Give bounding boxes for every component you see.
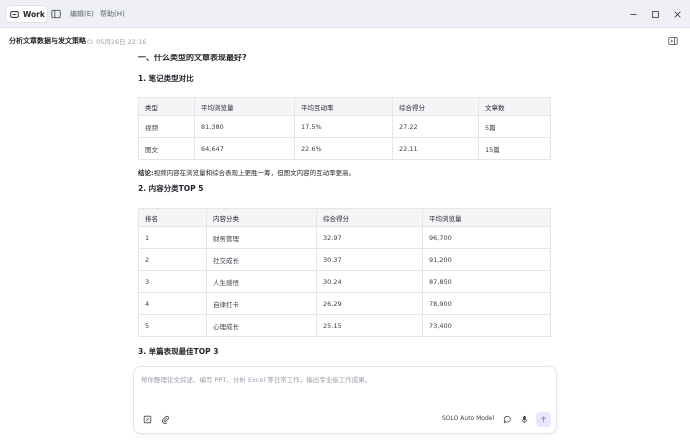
work-mode-icon [10, 10, 19, 18]
table-header-row: 排名 内容分类 综合得分 平均浏览量 [138, 208, 551, 227]
table-cell: 27.22 [392, 115, 479, 138]
arrow-up-icon [540, 416, 547, 423]
table-header-row: 类型 平均浏览量 平均互动率 综合得分 文章数 [138, 97, 551, 116]
table-cell: 30.37 [316, 248, 423, 271]
section-heading-partial: 一、什么类型的文章表现最好? [138, 54, 247, 62]
table-cell: 96,700 [422, 226, 551, 249]
table-cell: 30.24 [316, 270, 423, 293]
microphone-icon [521, 415, 527, 423]
table-cell: 1 [138, 226, 207, 249]
table-cell: 87,850 [422, 270, 551, 293]
table-row: 1 财务管理 32.97 96,700 [138, 226, 551, 249]
document-title: 分析文章数据与发文策略 [9, 37, 86, 45]
table-cell: 91,200 [422, 248, 551, 271]
column-header: 平均浏览量 [194, 97, 295, 116]
menu-help[interactable]: 帮助(H) [100, 9, 125, 19]
type-comparison-table: 类型 平均浏览量 平均互动率 综合得分 文章数 视频 81,380 17.5% … [138, 97, 551, 160]
table-cell: 2 [138, 248, 207, 271]
table-row: 4 自律打卡 26.29 78,900 [138, 292, 551, 315]
table-cell: 22.11 [392, 137, 479, 160]
chat-bubble-icon [503, 415, 511, 424]
table-row: 5 心理成长 25.15 73,400 [138, 314, 551, 337]
table-cell: 社交成长 [206, 248, 317, 271]
table-cell: 图文 [138, 137, 195, 160]
menu-edit[interactable]: 编辑(E) [70, 9, 94, 19]
table-cell: 5篇 [478, 115, 551, 138]
send-button[interactable] [536, 412, 551, 427]
document-timestamp: 05月26日 22:16 [96, 38, 147, 46]
table-cell: 64,647 [194, 137, 295, 160]
chat-composer: SOLO Auto Model [133, 366, 557, 434]
column-header: 综合得分 [316, 208, 423, 227]
table-cell: 26.29 [316, 292, 423, 315]
section3-heading: 3. 单篇表现最佳TOP 3 [138, 347, 219, 356]
work-mode-button[interactable]: Work [6, 6, 47, 22]
close-button[interactable] [671, 8, 683, 20]
section2-heading: 2. 内容分类TOP 5 [138, 184, 204, 193]
conclusion-paragraph: 结论:视频内容在浏览量和综合表现上更胜一筹，但图文内容的互动率更高。 [138, 167, 355, 177]
table-cell: 自律打卡 [206, 292, 317, 315]
context-button[interactable] [142, 414, 152, 424]
table-row: 3 人生感悟 30.24 87,850 [138, 270, 551, 293]
close-icon [673, 10, 681, 18]
table-cell: 4 [138, 292, 207, 315]
sidebar-toggle-icon[interactable] [51, 9, 61, 19]
voice-input-button[interactable] [519, 414, 529, 424]
prompt-input[interactable] [141, 374, 541, 394]
category-top5-table: 排名 内容分类 综合得分 平均浏览量 1 财务管理 32.97 96,700 2… [138, 208, 551, 337]
table-cell: 22.6% [294, 137, 393, 160]
document-content: 一、什么类型的文章表现最好? 1. 笔记类型对比 类型 平均浏览量 平均互动率 … [0, 52, 690, 362]
minimize-button[interactable] [627, 8, 639, 20]
table-cell: 32.97 [316, 226, 423, 249]
title-bar: Work 编辑(E) 帮助(H) [0, 0, 690, 28]
column-header: 类型 [138, 97, 195, 116]
conclusion-text: 视频内容在浏览量和综合表现上更胜一筹，但图文内容的互动率更高。 [153, 169, 356, 177]
table-cell: 3 [138, 270, 207, 293]
table-cell: 17.5% [294, 115, 393, 138]
document-header: 分析文章数据与发文策略 05月26日 22:16 [0, 28, 690, 52]
table-cell: 视频 [138, 115, 195, 138]
column-header: 内容分类 [206, 208, 317, 227]
panel-toggle-icon[interactable] [668, 36, 678, 46]
minimize-icon [629, 13, 637, 15]
table-row: 图文 64,647 22.6% 22.11 15篇 [138, 137, 551, 160]
table-row: 视频 81,380 17.5% 27.22 5篇 [138, 115, 551, 138]
table-cell: 心理成长 [206, 314, 317, 337]
table-cell: 25.15 [316, 314, 423, 337]
column-header: 综合得分 [392, 97, 479, 116]
work-mode-label: Work [23, 9, 45, 19]
cloud-icon [86, 39, 93, 44]
table-cell: 78,900 [422, 292, 551, 315]
column-header: 平均互动率 [294, 97, 393, 116]
maximize-button[interactable] [649, 8, 661, 20]
column-header: 平均浏览量 [422, 208, 551, 227]
table-cell: 财务管理 [206, 226, 317, 249]
conclusion-label: 结论: [138, 169, 154, 177]
table-cell: 15篇 [478, 137, 551, 160]
table-cell: 5 [138, 314, 207, 337]
table-cell: 73,400 [422, 314, 551, 337]
table-cell: 81,380 [194, 115, 295, 138]
context-icon [143, 415, 151, 423]
section1-heading: 1. 笔记类型对比 [138, 74, 194, 83]
column-header: 排名 [138, 208, 207, 227]
chat-mode-button[interactable] [502, 414, 512, 424]
table-row: 2 社交成长 30.37 91,200 [138, 248, 551, 271]
table-cell: 人生感悟 [206, 270, 317, 293]
paperclip-icon [161, 415, 169, 424]
column-header: 文章数 [478, 97, 551, 116]
model-selector[interactable]: SOLO Auto Model [442, 415, 494, 422]
maximize-icon [651, 10, 659, 18]
attach-file-button[interactable] [160, 414, 170, 424]
document-meta: 05月26日 22:16 [86, 36, 146, 46]
